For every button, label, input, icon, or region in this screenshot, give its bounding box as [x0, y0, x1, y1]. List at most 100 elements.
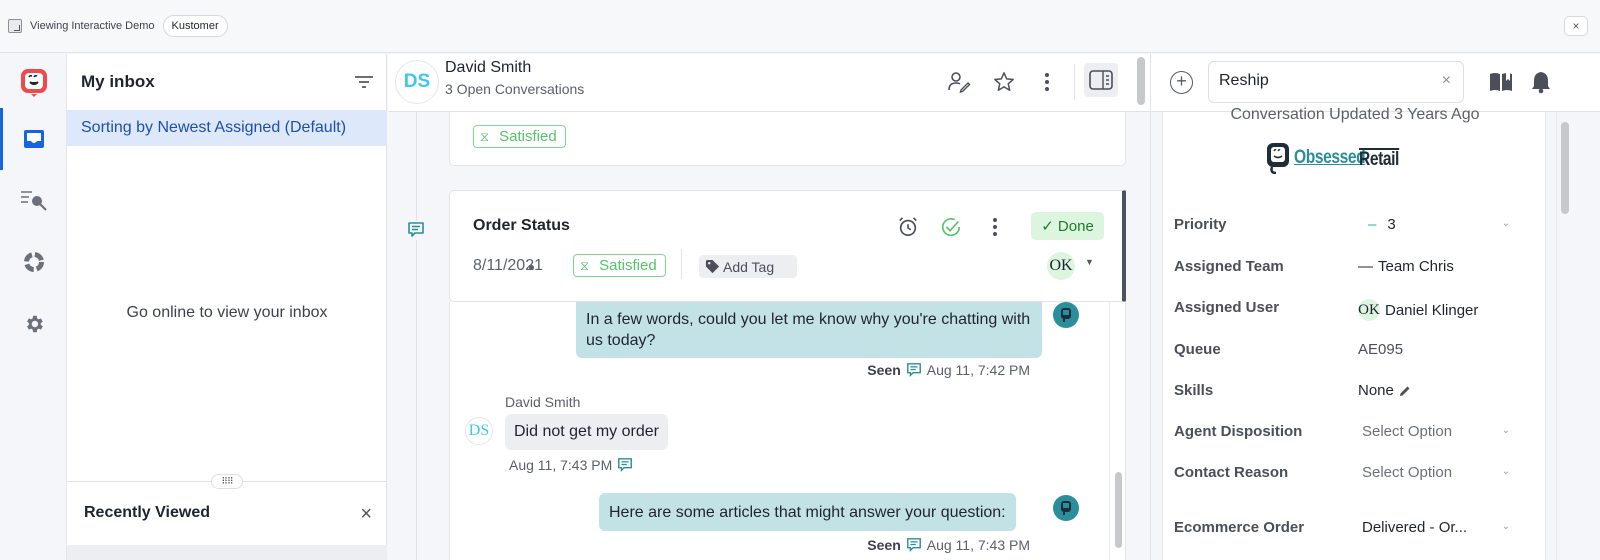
assignee-avatar[interactable]: OK [1047, 252, 1075, 280]
conversation-updated-label: Conversation Updated 3 Years Ago [1230, 106, 1480, 123]
message-scrollbar-track[interactable] [1109, 302, 1126, 560]
recently-viewed-list [67, 545, 387, 560]
field-label: Contact Reason [1174, 464, 1289, 481]
bot-avatar [1053, 495, 1079, 521]
rail-item-search[interactable] [0, 172, 67, 228]
chat-channel-icon [906, 363, 921, 378]
filter-icon[interactable] [354, 74, 374, 90]
close-recently-viewed-button[interactable]: × [360, 503, 372, 526]
customer-message: Did not get my order [505, 414, 668, 450]
field-value: – 3 [1368, 216, 1396, 233]
field-label: Assigned Team [1174, 258, 1284, 275]
search-input[interactable] [1219, 72, 1419, 90]
snooze-button[interactable] [895, 214, 921, 240]
header-scrollbar[interactable] [1137, 57, 1145, 105]
field-value: None [1358, 382, 1411, 399]
sort-option[interactable]: Sorting by Newest Assigned (Default) [67, 110, 387, 146]
conversation-panel: DS David Smith 3 Open Conversations ⧖ Sa… [388, 54, 1150, 560]
satisfaction-label: Satisfied [499, 128, 557, 145]
satisfaction-label: Satisfied [599, 257, 657, 274]
conversation-details-card: Conversation Updated 3 Years Ago Obsesse… [1162, 106, 1546, 560]
mark-done-button[interactable] [938, 214, 964, 240]
kebab-icon [1045, 73, 1049, 91]
field-priority[interactable]: Priority – 3 ⌄ [1174, 216, 1534, 240]
kebab-icon [993, 218, 997, 236]
inbox-title: My inbox [81, 72, 155, 91]
kustomer-logo[interactable] [0, 54, 67, 110]
hourglass-icon: ⧖ [580, 257, 590, 273]
assignee-caret-icon[interactable]: ▼ [1085, 257, 1094, 267]
message-time: Aug 11, 7:43 PM [509, 457, 613, 473]
priority-dash-icon: – [1368, 216, 1377, 233]
message-meta: Aug 11, 7:43 PM [509, 457, 633, 473]
rail-item-inbox[interactable] [0, 111, 67, 167]
previous-conversation-card[interactable]: ⧖ Satisfied [449, 112, 1126, 166]
team-value: Team Chris [1378, 258, 1454, 275]
conversation-timeline: ⧖ Satisfied Order Status 8/11/2021 ⧖ Sat… [388, 112, 1150, 560]
sender-name: David Smith [505, 394, 581, 410]
bot-icon [1061, 501, 1071, 515]
favorite-button[interactable] [991, 69, 1017, 95]
satisfaction-badge: ⧖ Satisfied [473, 125, 566, 148]
brand-pill: Kustomer [162, 15, 228, 37]
add-tag-button[interactable]: Add Tag [699, 255, 797, 278]
seen-status: Seen [867, 537, 901, 553]
toggle-sidebar-button[interactable] [1084, 63, 1118, 97]
add-button[interactable]: + [1170, 71, 1193, 94]
field-contact-reason[interactable]: Contact Reason Select Option ⌄ [1174, 464, 1534, 488]
field-label: Ecommerce Order [1174, 519, 1305, 536]
knowledge-base-icon[interactable] [1489, 71, 1513, 93]
field-skills[interactable]: Skills None [1174, 382, 1534, 406]
logo-text-obsessed: Obsessed [1294, 147, 1366, 168]
rail-item-settings[interactable] [0, 296, 67, 352]
inbox-empty-message: Go online to view your inbox [126, 304, 328, 321]
message-time: Aug 11, 7:43 PM [926, 537, 1030, 553]
chevron-down-icon: ⌄ [1501, 521, 1510, 532]
order-status-card[interactable]: Order Status 8/11/2021 ⧖ Satisfied Add T… [449, 190, 1126, 302]
conversation-more-button[interactable] [982, 214, 1008, 240]
message-time: Aug 11, 7:42 PM [926, 362, 1030, 378]
agent-message: In a few words, could you let me know wh… [576, 302, 1042, 358]
customer-header: DS David Smith 3 Open Conversations [388, 54, 1150, 112]
team-dash-icon: — [1358, 258, 1373, 275]
bot-icon [1061, 308, 1071, 322]
clear-search-button[interactable]: × [1442, 72, 1451, 90]
edit-customer-button[interactable] [946, 69, 972, 95]
demo-label: Viewing Interactive Demo [30, 20, 155, 32]
field-assigned-user[interactable]: Assigned User OK Daniel Klinger [1174, 299, 1534, 323]
star-icon [994, 72, 1014, 91]
kustomer-logo-icon [20, 69, 47, 97]
separator-dot [529, 265, 534, 270]
done-status-button[interactable]: ✓ Done [1031, 212, 1104, 240]
open-conversations-count: 3 Open Conversations [445, 81, 585, 97]
inbox-panel: My inbox Sorting by Newest Assigned (Def… [67, 54, 387, 560]
customer-avatar[interactable]: DS [395, 60, 439, 104]
field-value: Select Option [1362, 464, 1453, 481]
pencil-icon[interactable] [1399, 385, 1411, 397]
rail-item-reports[interactable] [0, 234, 67, 290]
divider [681, 249, 682, 279]
message-scrollbar-thumb[interactable] [1115, 472, 1122, 548]
nav-rail [0, 54, 67, 560]
customer-avatar-small: DS [465, 417, 493, 445]
customer-details-panel: + × Conversation Updated 3 Years Ago [1150, 54, 1600, 560]
field-agent-disposition[interactable]: Agent Disposition Select Option ⌄ [1174, 423, 1534, 447]
resize-handle[interactable]: ⠿⠿ [211, 474, 243, 489]
field-label: Queue [1174, 341, 1221, 358]
notifications-bell-icon[interactable] [1530, 70, 1552, 94]
field-label: Priority [1174, 216, 1227, 233]
field-ecommerce-order[interactable]: Ecommerce Order Delivered - Or... ⌄ [1174, 519, 1534, 543]
inbox-icon [23, 130, 44, 148]
more-options-button[interactable] [1034, 69, 1060, 95]
chevron-down-icon: ⌄ [1501, 466, 1510, 477]
field-label: Agent Disposition [1174, 423, 1303, 440]
timeline-line [416, 112, 417, 560]
field-assigned-team[interactable]: Assigned Team — Team Chris [1174, 258, 1534, 282]
customer-name[interactable]: David Smith [445, 59, 531, 77]
hourglass-icon: ⧖ [480, 128, 490, 144]
bot-avatar [1053, 302, 1079, 328]
user-value: Daniel Klinger [1385, 301, 1479, 319]
close-demo-button[interactable]: × [1564, 16, 1588, 36]
search-box[interactable]: × [1208, 61, 1464, 103]
right-panel-scrollbar[interactable] [1561, 122, 1569, 214]
